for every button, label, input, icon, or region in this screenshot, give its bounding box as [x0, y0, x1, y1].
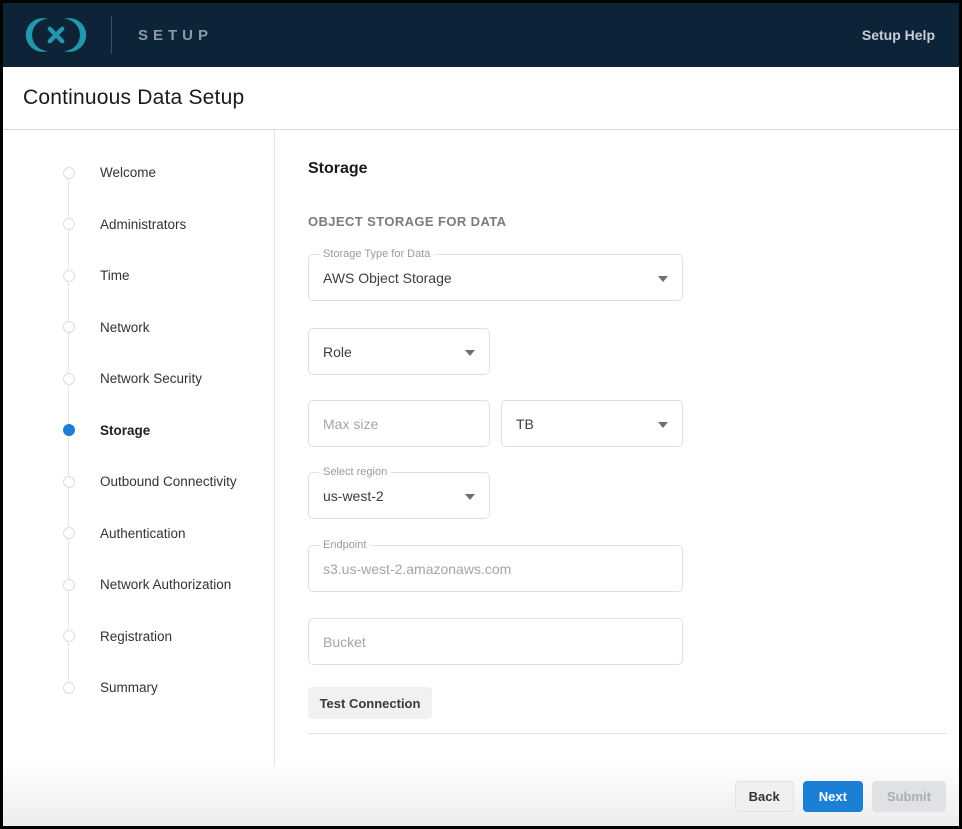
step-dot-active: [63, 424, 75, 436]
step-label: Time: [100, 268, 130, 283]
storage-form-panel: Storage OBJECT STORAGE FOR DATA Storage …: [275, 130, 959, 766]
step-label: Welcome: [100, 165, 156, 180]
step-storage[interactable]: Storage: [3, 405, 274, 457]
storage-type-label: Storage Type for Data: [319, 248, 434, 261]
region-value: us-west-2: [323, 488, 384, 504]
step-dot: [63, 321, 75, 333]
step-dot: [63, 630, 75, 642]
test-connection-button[interactable]: Test Connection: [308, 687, 432, 719]
step-label: Network Authorization: [100, 577, 231, 592]
step-dot: [63, 579, 75, 591]
storage-type-value: AWS Object Storage: [323, 270, 452, 286]
chevron-down-icon: [658, 276, 668, 282]
stepper: Welcome Administrators Time Network Netw…: [3, 147, 274, 714]
endpoint-field: Endpoint s3.us-west-2.amazonaws.com: [308, 545, 683, 592]
storage-heading: Storage: [308, 160, 947, 178]
step-label: Administrators: [100, 217, 186, 232]
step-label: Summary: [100, 680, 158, 695]
next-button[interactable]: Next: [803, 781, 863, 812]
step-label: Authentication: [100, 526, 186, 541]
unit-value: TB: [516, 416, 534, 432]
title-bar: Continuous Data Setup: [3, 67, 959, 130]
region-select[interactable]: Select region us-west-2: [308, 472, 490, 519]
bucket-field: [308, 618, 683, 665]
region-label: Select region: [319, 466, 391, 479]
bucket-input[interactable]: [323, 634, 668, 650]
stepper-sidebar: Welcome Administrators Time Network Netw…: [3, 130, 275, 766]
chevron-down-icon: [465, 494, 475, 500]
step-administrators[interactable]: Administrators: [3, 199, 274, 251]
max-size-input[interactable]: [323, 416, 475, 432]
role-value: Role: [323, 344, 352, 360]
step-label: Network Security: [100, 371, 202, 386]
step-dot: [63, 373, 75, 385]
step-label: Network: [100, 320, 150, 335]
step-network[interactable]: Network: [3, 302, 274, 354]
storage-type-select[interactable]: Storage Type for Data AWS Object Storage: [308, 254, 683, 301]
chevron-down-icon: [658, 422, 668, 428]
step-dot: [63, 218, 75, 230]
setup-wizard-window: SETUP Setup Help Continuous Data Setup W…: [0, 0, 962, 829]
step-authentication[interactable]: Authentication: [3, 508, 274, 560]
header-divider: [111, 16, 112, 54]
role-select[interactable]: Role: [308, 328, 490, 375]
form-divider: [308, 733, 947, 734]
back-button[interactable]: Back: [735, 781, 794, 812]
step-summary[interactable]: Summary: [3, 662, 274, 714]
step-label: Registration: [100, 629, 172, 644]
app-header: SETUP Setup Help: [3, 3, 959, 67]
step-dot: [63, 476, 75, 488]
step-time[interactable]: Time: [3, 250, 274, 302]
endpoint-label: Endpoint: [319, 539, 370, 552]
step-registration[interactable]: Registration: [3, 611, 274, 663]
wizard-footer: Back Next Submit: [3, 766, 959, 826]
setup-help-link[interactable]: Setup Help: [862, 27, 935, 43]
brand-text: SETUP: [138, 27, 213, 44]
unit-select[interactable]: TB: [501, 400, 683, 447]
step-network-authorization[interactable]: Network Authorization: [3, 559, 274, 611]
step-dot: [63, 167, 75, 179]
step-dot: [63, 527, 75, 539]
submit-button[interactable]: Submit: [872, 781, 946, 812]
step-outbound-connectivity[interactable]: Outbound Connectivity: [3, 456, 274, 508]
step-welcome[interactable]: Welcome: [3, 147, 274, 199]
chevron-down-icon: [465, 350, 475, 356]
page-title: Continuous Data Setup: [23, 86, 244, 110]
step-label: Outbound Connectivity: [100, 474, 237, 489]
step-dot: [63, 682, 75, 694]
object-storage-section-label: OBJECT STORAGE FOR DATA: [308, 214, 947, 229]
step-dot: [63, 270, 75, 282]
max-size-field: [308, 400, 490, 447]
endpoint-value: s3.us-west-2.amazonaws.com: [323, 561, 511, 577]
step-label: Storage: [100, 423, 150, 438]
delphix-logo-icon: [25, 15, 87, 55]
step-network-security[interactable]: Network Security: [3, 353, 274, 405]
